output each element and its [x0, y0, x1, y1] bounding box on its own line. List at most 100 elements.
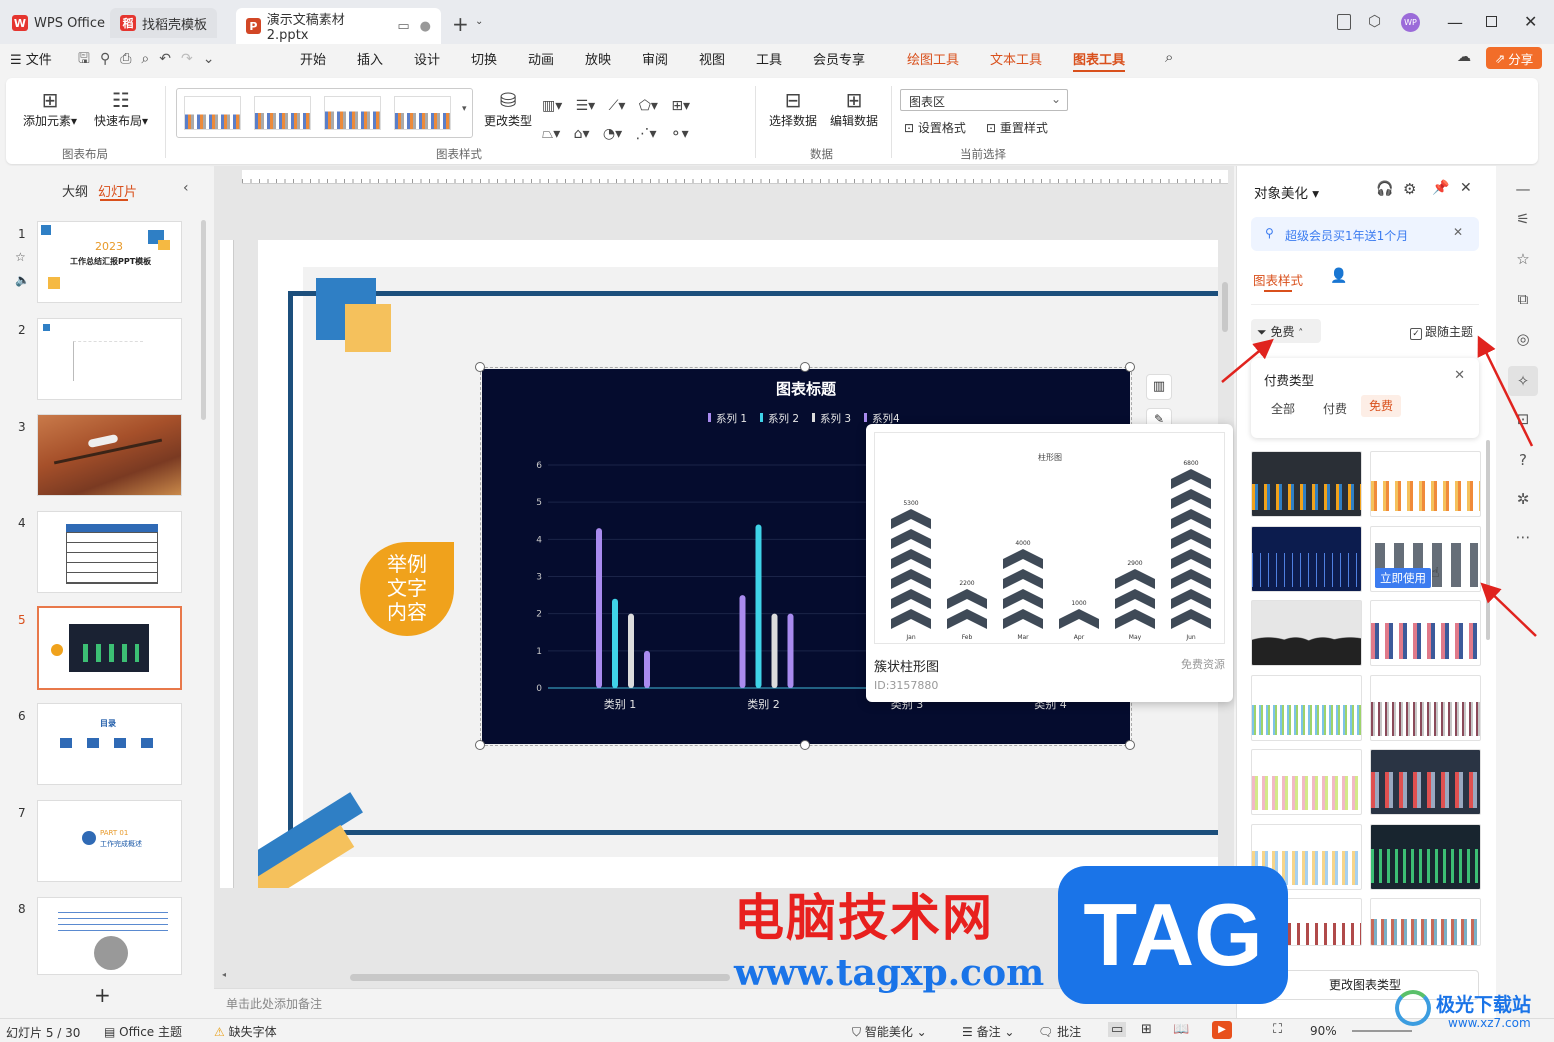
monitor-icon[interactable]: ▭ — [397, 19, 409, 34]
palette-icon[interactable]: ◎ — [1512, 330, 1534, 352]
bar-chart-icon[interactable]: ☰▾ — [576, 98, 596, 114]
template-card[interactable] — [1251, 600, 1362, 666]
normal-view-icon[interactable]: ▭ — [1108, 1022, 1127, 1037]
add-slide-button[interactable]: + — [94, 983, 111, 1007]
template-card[interactable] — [1370, 600, 1481, 666]
pay-option-all[interactable]: 全部 — [1271, 400, 1295, 417]
more-icon[interactable]: ⌄ — [203, 51, 225, 67]
zoom-slider[interactable] — [1352, 1030, 1412, 1032]
template-card[interactable] — [1370, 824, 1481, 890]
pay-option-paid[interactable]: 付费 — [1323, 400, 1347, 417]
chevron-down-icon[interactable]: ⌄ — [475, 16, 483, 27]
menu-text-tools[interactable]: 文本工具 — [990, 49, 1042, 69]
more-icon[interactable]: ⋯ — [1512, 528, 1534, 550]
cube-icon[interactable]: ⬡ — [1368, 12, 1381, 30]
resize-handle[interactable] — [475, 740, 485, 750]
minimize-button[interactable]: — — [1447, 13, 1463, 32]
template-card[interactable] — [1251, 675, 1362, 741]
tab-template[interactable]: 稻找稻壳模板 — [110, 8, 218, 38]
slide-thumbnail-3[interactable] — [37, 414, 182, 496]
new-tab-button[interactable]: + — [452, 12, 469, 36]
print-icon[interactable]: ⎙ — [120, 51, 141, 67]
copy-icon[interactable]: ⧉ — [1512, 290, 1534, 312]
missing-font-button[interactable]: ⚠ 缺失字体 — [214, 1023, 277, 1040]
share-button[interactable]: ⇗ 分享 — [1486, 47, 1542, 69]
star-icon[interactable]: ☆ — [1512, 250, 1534, 272]
chart-style-2[interactable] — [254, 96, 311, 130]
preview-icon[interactable]: ⌕ — [141, 51, 159, 67]
template-card[interactable] — [1251, 451, 1362, 517]
close-icon[interactable]: ✕ — [1460, 180, 1472, 196]
save-icon[interactable]: 🖫 — [78, 51, 100, 67]
gallery-expand-icon[interactable]: ▾ — [462, 104, 467, 114]
reading-view-icon[interactable]: 📖 — [1173, 1022, 1189, 1037]
area-chart-icon[interactable]: ⏢▾ — [542, 126, 560, 142]
user-icon[interactable]: 👤 — [1330, 268, 1347, 284]
quick-layout-button[interactable]: ☷ 快速布局▾ — [88, 88, 154, 129]
slide-thumbnail-2[interactable] — [37, 318, 182, 400]
tab-slides[interactable]: 幻灯片 — [98, 181, 137, 200]
menu-design[interactable]: 设计 — [414, 49, 440, 69]
stock-chart-icon[interactable]: ⌂▾ — [574, 126, 590, 142]
filter-button[interactable]: ⏷ 免费 ˄ — [1251, 319, 1321, 343]
promo-banner[interactable]: ⚲ 超级会员买1年送1个月 ✕ — [1251, 217, 1479, 251]
template-card[interactable] — [1251, 526, 1362, 592]
close-button[interactable]: ✕ — [1524, 12, 1537, 31]
panel-title[interactable]: 对象美化 ▾ — [1254, 182, 1319, 202]
tab-wps-office[interactable]: W WPS Office — [2, 8, 115, 38]
menu-insert[interactable]: 插入 — [357, 49, 383, 69]
menu-view[interactable]: 视图 — [699, 49, 725, 69]
resize-handle[interactable] — [800, 740, 810, 750]
resize-handle[interactable] — [1125, 740, 1135, 750]
close-icon[interactable]: ✕ — [1454, 368, 1465, 383]
panel-scrollbar[interactable] — [1486, 440, 1490, 640]
chart-style-4[interactable] — [394, 96, 451, 130]
chart-style-3[interactable] — [324, 96, 381, 130]
scroll-left-icon[interactable]: ◂ — [222, 970, 226, 979]
template-card[interactable] — [1251, 749, 1362, 815]
follow-theme-checkbox[interactable]: ✓ 跟随主题 — [1410, 323, 1473, 340]
set-format-button[interactable]: ⊡ 设置格式 — [904, 119, 966, 136]
change-type-button[interactable]: ⛁ 更改类型 — [482, 88, 534, 129]
tab-document[interactable]: P 演示文稿素材2.pptx ▭ ● — [236, 8, 441, 44]
slide-thumbnail-7[interactable]: PART 01 工作完成概述 — [37, 800, 182, 882]
menu-home[interactable]: 开始 — [300, 49, 326, 69]
speaker-icon[interactable]: 🔈 — [15, 273, 30, 287]
radar-chart-icon[interactable]: ⬠▾ — [639, 98, 658, 114]
play-button[interactable]: ▶ — [1212, 1021, 1232, 1039]
resize-handle[interactable] — [475, 362, 485, 372]
headset-icon[interactable]: 🎧 — [1376, 181, 1393, 197]
tab-outline[interactable]: 大纲 — [62, 181, 88, 200]
pin-icon[interactable]: 📌 — [1432, 180, 1449, 196]
menu-slideshow[interactable]: 放映 — [585, 49, 611, 69]
fit-window-icon[interactable]: ⛶ — [1273, 1022, 1282, 1037]
line-chart-icon[interactable]: ⟋▾ — [609, 98, 626, 114]
canvas-hscrollbar[interactable] — [350, 974, 730, 981]
redo-icon[interactable]: ↷ — [181, 51, 203, 67]
collapse-panel-icon[interactable]: ‹ — [183, 180, 189, 196]
template-card[interactable] — [1370, 675, 1481, 741]
template-card[interactable] — [1370, 451, 1481, 517]
avatar[interactable]: WP — [1401, 13, 1420, 32]
share-link-icon[interactable]: ⚲ — [100, 51, 120, 67]
menu-drawing-tools[interactable]: 绘图工具 — [907, 49, 959, 69]
slide-thumbnail-1[interactable]: 2023 工作总结汇报PPT模板 — [37, 221, 182, 303]
help-icon[interactable]: ? — [1512, 451, 1534, 473]
smart-beautify-button[interactable]: ⛉ 智能美化 ⌄ — [852, 1023, 927, 1040]
menu-transition[interactable]: 切换 — [471, 49, 497, 69]
close-icon[interactable]: ✕ — [1453, 225, 1463, 239]
edit-data-button[interactable]: ⊞ 编辑数据 — [826, 88, 882, 129]
comment-button[interactable]: 🗨 批注 — [1038, 1023, 1081, 1040]
add-element-button[interactable]: ⊞ 添加元素▾ — [18, 88, 82, 129]
use-now-button[interactable]: 立即使用 — [1375, 568, 1431, 588]
menu-chart-tools[interactable]: 图表工具 — [1073, 49, 1125, 69]
magic-wand-icon[interactable]: ✧ — [1508, 366, 1538, 396]
menu-tools[interactable]: 工具 — [756, 49, 782, 69]
scatter-chart-icon[interactable]: ⋰▾ — [635, 126, 656, 142]
canvas-vscrollbar[interactable] — [1222, 282, 1228, 332]
cloud-icon[interactable]: ☁ — [1457, 49, 1471, 65]
chart-element-select[interactable]: 图表区 ⌄ — [900, 89, 1068, 111]
template-card[interactable] — [1370, 898, 1481, 946]
gear-icon[interactable]: ⚙ — [1403, 180, 1416, 198]
menu-member[interactable]: 会员专享 — [813, 49, 865, 69]
